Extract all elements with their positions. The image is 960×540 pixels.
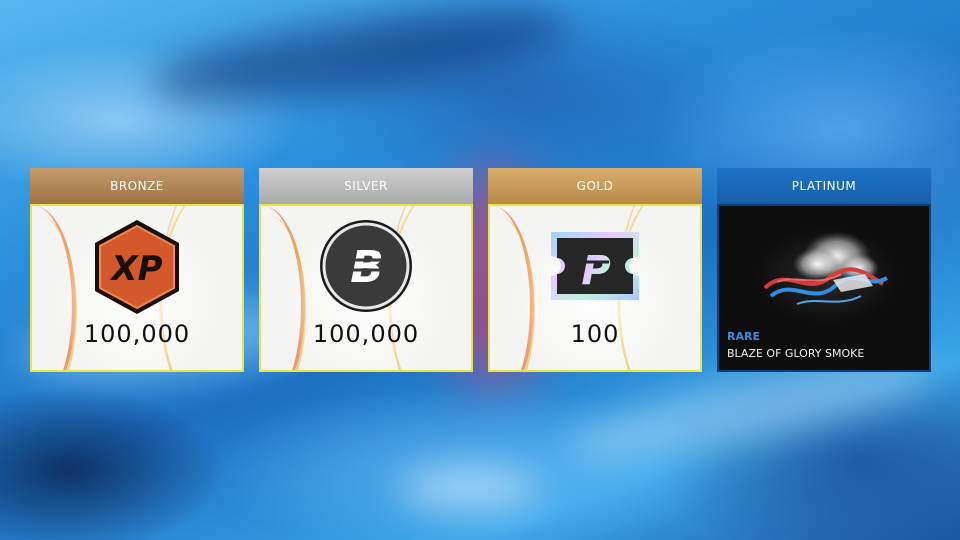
reward-amount: 100,000 [83, 320, 191, 348]
tier-header: GOLD [488, 168, 702, 204]
p-ticket-icon: P [547, 228, 643, 308]
xp-icon: XP [92, 218, 182, 320]
reward-content: RARE BLAZE OF GLORY SMOKE [717, 204, 931, 372]
reward-content: P 100 [488, 204, 702, 372]
reward-card-bronze[interactable]: BRONZE XP 100,000 [30, 168, 244, 372]
tier-label: SILVER [344, 179, 388, 193]
tier-header: PLATINUM [717, 168, 931, 204]
reward-card-gold[interactable]: GOLD P 100 [488, 168, 702, 372]
xp-icon-text: XP [109, 249, 162, 289]
tier-label: BRONZE [110, 179, 164, 193]
smoke-item-icon [737, 216, 913, 330]
reward-amount: 100 [570, 320, 620, 348]
reward-content: XP 100,000 [30, 204, 244, 372]
tier-header: BRONZE [30, 168, 244, 204]
reward-card-platinum[interactable]: PLATINUM RARE BLAZE OF GLORY SMOKE [717, 168, 931, 372]
tier-label: PLATINUM [791, 179, 857, 193]
reward-card-silver[interactable]: SILVER B 100,000 [259, 168, 473, 372]
reward-content: B 100,000 [259, 204, 473, 372]
item-name: BLAZE OF GLORY SMOKE [727, 347, 865, 360]
reward-screen: BRONZE XP 100,000 SILVER B 100,000 GOLD … [0, 0, 960, 540]
reward-amount: 100,000 [312, 320, 420, 348]
background-blur [400, 470, 540, 510]
bucks-coin-icon: B [318, 218, 414, 318]
coin-icon-text: B [350, 242, 384, 293]
ticket-icon-text: P [581, 248, 610, 294]
tier-header: SILVER [259, 168, 473, 204]
tier-label: GOLD [576, 179, 614, 193]
item-rarity: RARE [727, 330, 760, 343]
background-blur [147, 0, 573, 119]
